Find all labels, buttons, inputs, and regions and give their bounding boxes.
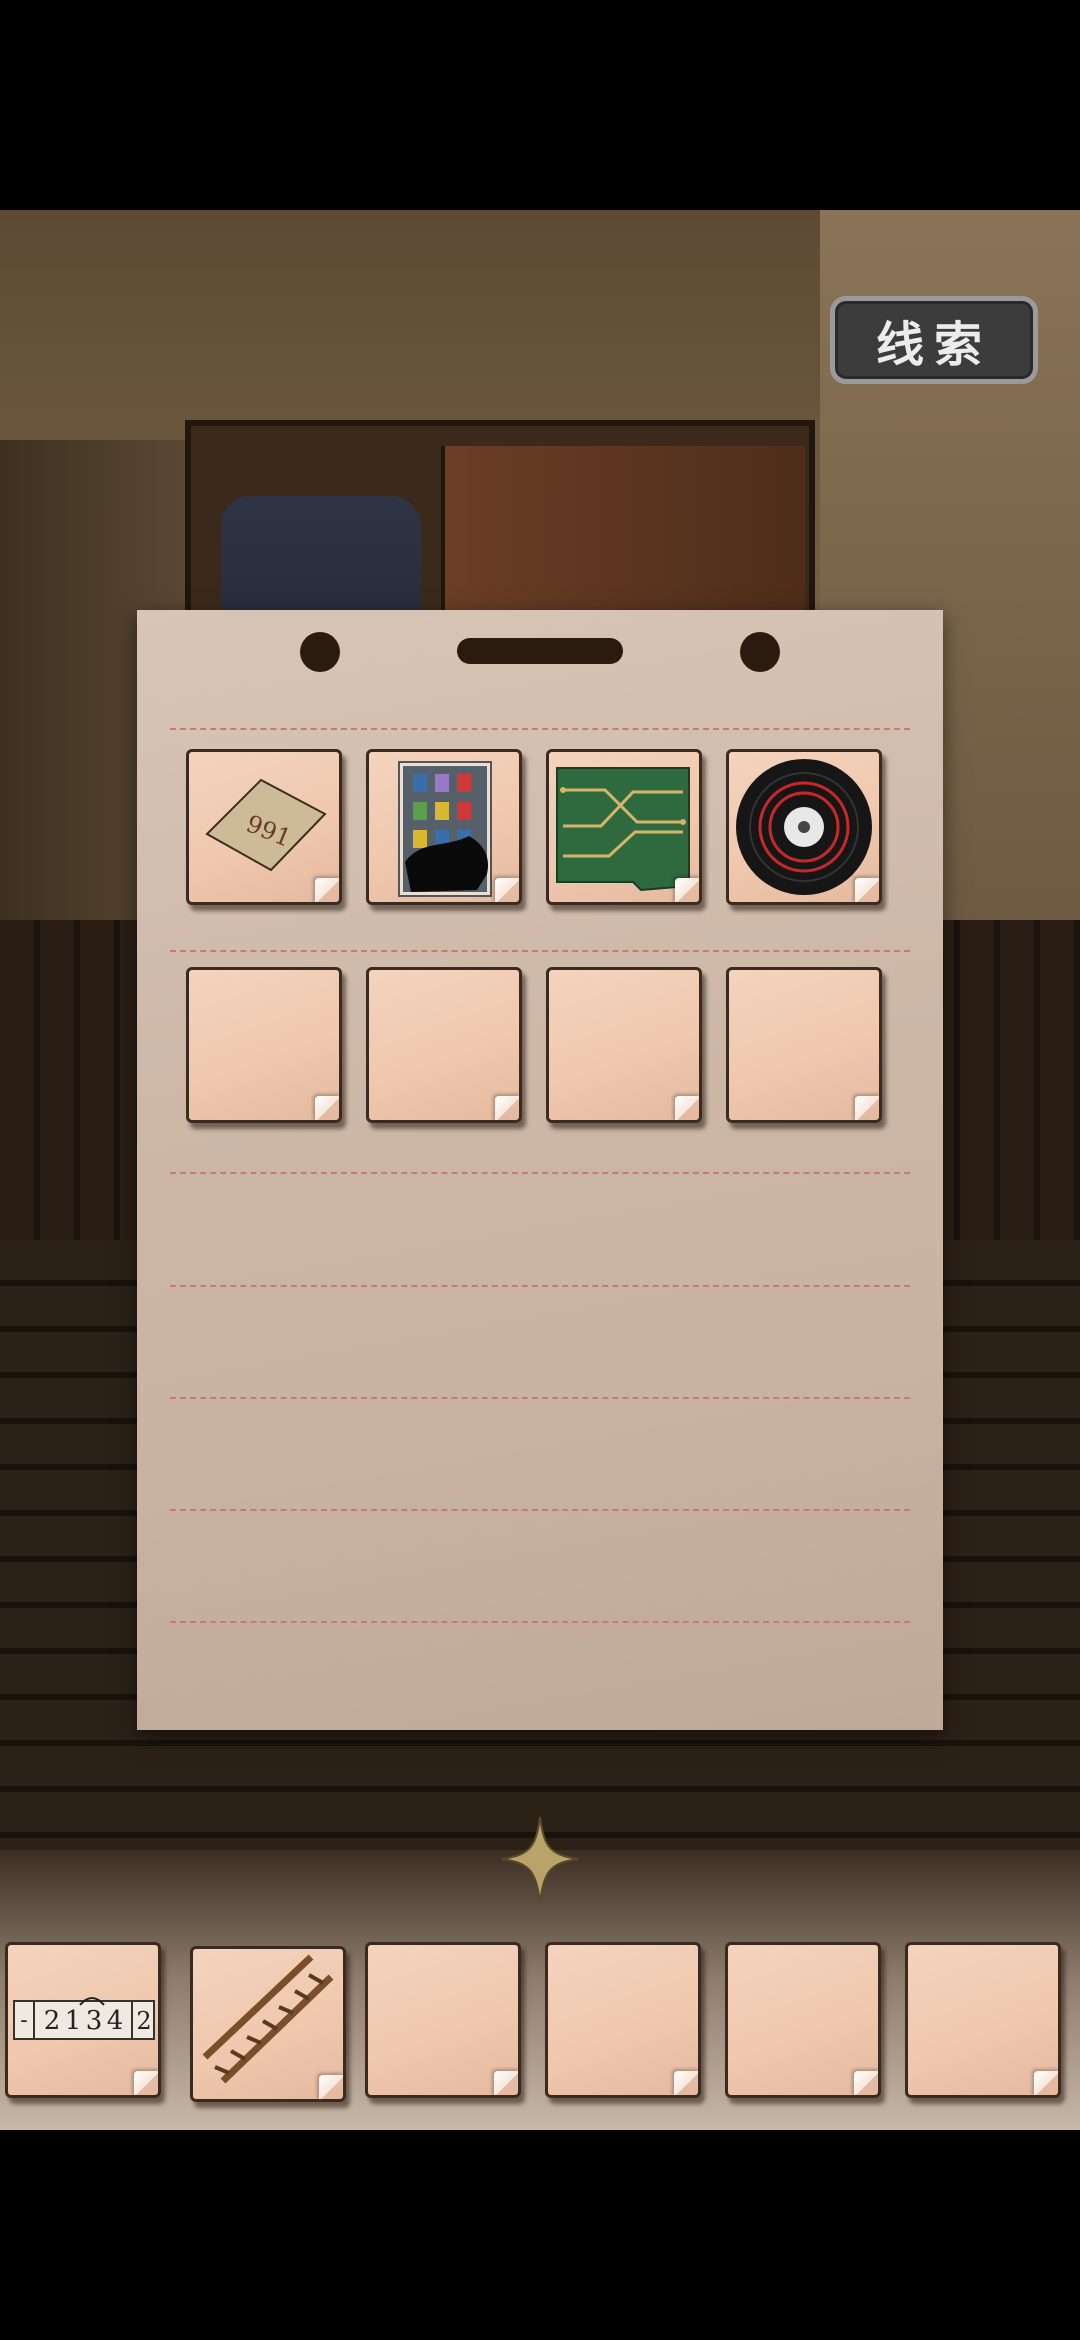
toolbar-slot-ladder[interactable] <box>190 1946 346 2102</box>
toolbar-slot-empty[interactable] <box>545 1942 701 2098</box>
toolbar-slot-empty[interactable] <box>365 1942 521 2098</box>
ruled-line <box>170 728 910 730</box>
toolbar-slot-number-strip[interactable]: - 2 1 3 4 2 <box>5 1942 161 2098</box>
ruled-line <box>170 1285 910 1287</box>
strip-digit: 2 <box>44 2006 61 2036</box>
inventory-slot-empty[interactable] <box>546 967 702 1123</box>
ruled-line <box>170 1397 910 1399</box>
ruled-line <box>170 1509 910 1511</box>
strip-digit: 4 <box>107 2006 124 2036</box>
circuit-board-icon <box>556 767 690 892</box>
toolbar-slot-empty[interactable] <box>905 1942 1061 2098</box>
strip-digit: 3 <box>86 2006 103 2036</box>
strip-digit: 1 <box>65 2006 82 2036</box>
paper-note-icon: 991 <box>205 778 327 872</box>
inventory-slot-circuit-board[interactable] <box>546 749 702 905</box>
ruled-line <box>170 1621 910 1623</box>
vinyl-record-icon <box>736 759 872 895</box>
inventory-slot-paper-note[interactable]: 991 <box>186 749 342 905</box>
binder-hole-right <box>740 632 780 672</box>
clue-button[interactable]: 线索 <box>830 296 1038 384</box>
inventory-slot-empty[interactable] <box>186 967 342 1123</box>
inventory-slot-empty[interactable] <box>366 967 522 1123</box>
inventory-slot-photo[interactable] <box>366 749 522 905</box>
strip-digit: 2 <box>136 2007 151 2035</box>
color-panel-photo-icon <box>398 761 492 897</box>
ruled-line <box>170 1172 910 1174</box>
ruled-line <box>170 950 910 952</box>
inventory-slot-vinyl-record[interactable] <box>726 749 882 905</box>
star-icon[interactable] <box>500 1815 580 1905</box>
number-strip-icon: - 2 1 3 4 2 <box>13 1997 155 2040</box>
inventory-panel: 991 <box>137 610 943 1730</box>
strip-char: - <box>20 2008 27 2033</box>
ladder-icon <box>202 1954 334 2084</box>
inventory-slot-empty[interactable] <box>726 967 882 1123</box>
binder-hole-left <box>300 632 340 672</box>
binder-slot <box>457 638 623 664</box>
toolbar-slot-empty[interactable] <box>725 1942 881 2098</box>
